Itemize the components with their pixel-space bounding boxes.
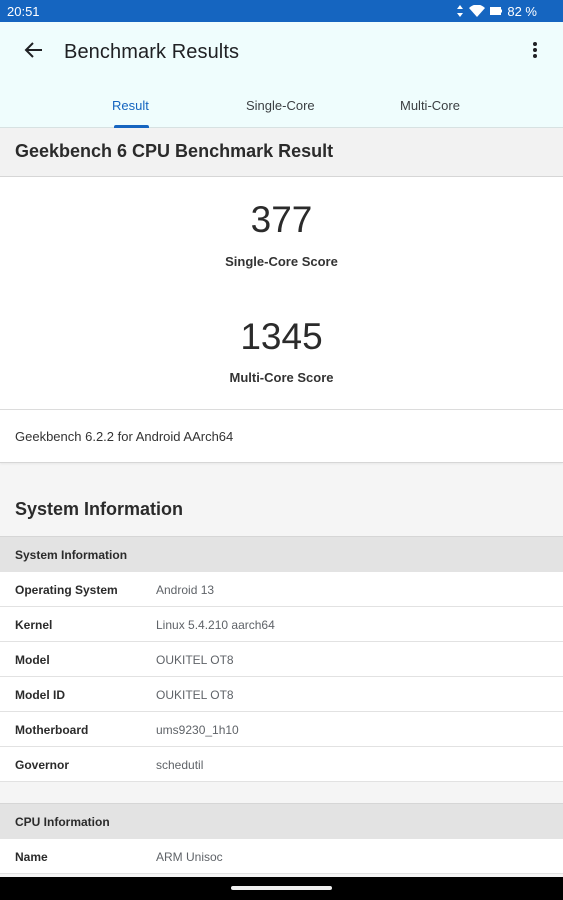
- tab-result[interactable]: Result: [112, 98, 149, 113]
- battery-level: 82 %: [507, 3, 537, 19]
- multi-core-score-label: Multi-Core Score: [229, 370, 334, 385]
- table-row: Motherboard ums9230_1h10: [0, 712, 563, 747]
- status-time: 20:51: [7, 3, 40, 19]
- battery-icon: [490, 7, 503, 15]
- row-value: ums9230_1h10: [156, 723, 239, 737]
- result-header: Geekbench 6 CPU Benchmark Result: [0, 128, 563, 177]
- app-bar: Benchmark Results Result Single-Core Mul…: [0, 22, 563, 128]
- table-row: Model ID OUKITEL OT8: [0, 677, 563, 712]
- row-key: Model ID: [15, 688, 65, 702]
- table-row: Name ARM Unisoc: [0, 839, 563, 874]
- gesture-handle[interactable]: [231, 886, 332, 890]
- row-value: schedutil: [156, 758, 204, 772]
- navigation-bar: [0, 877, 563, 900]
- table-row: Model OUKITEL OT8: [0, 642, 563, 677]
- tab-multi-core[interactable]: Multi-Core: [400, 98, 460, 113]
- signal-icon: [456, 5, 464, 17]
- single-core-score-label: Single-Core Score: [225, 254, 338, 269]
- row-key: Model: [15, 653, 50, 667]
- row-key: Name: [15, 850, 48, 864]
- row-key: Governor: [15, 758, 70, 772]
- more-vert-icon: [532, 41, 538, 64]
- version-row: Geekbench 6.2.2 for Android AArch64: [0, 410, 563, 463]
- single-core-score: 377: [250, 199, 313, 240]
- table-row: Governor schedutil: [0, 747, 563, 782]
- status-bar: 20:51 82 %: [0, 0, 563, 22]
- page-title: Benchmark Results: [64, 41, 240, 63]
- system-information-table: System Information Operating System Andr…: [0, 536, 563, 782]
- table-heading: System Information: [0, 536, 563, 572]
- scores-card: 377 Single-Core Score 1345 Multi-Core Sc…: [0, 177, 563, 410]
- row-value: OUKITEL OT8: [156, 688, 234, 702]
- back-arrow-icon: [24, 40, 44, 65]
- table-row: Kernel Linux 5.4.210 aarch64: [0, 607, 563, 642]
- table-row: Operating System Android 13: [0, 572, 563, 607]
- tab-bar: Result Single-Core Multi-Core: [0, 88, 563, 128]
- table-heading: CPU Information: [0, 803, 563, 839]
- wifi-icon: [469, 5, 486, 17]
- row-key: Motherboard: [15, 723, 89, 737]
- system-information-title: System Information: [15, 499, 184, 519]
- multi-core-score: 1345: [240, 316, 323, 357]
- status-icons: 82 %: [456, 4, 537, 19]
- back-button[interactable]: [20, 38, 48, 66]
- version-text: Geekbench 6.2.2 for Android AArch64: [15, 429, 234, 444]
- table-heading-label: CPU Information: [15, 815, 110, 829]
- row-key: Operating System: [15, 583, 118, 597]
- row-value: Linux 5.4.210 aarch64: [156, 618, 275, 632]
- row-value: Android 13: [156, 583, 215, 597]
- more-options-button[interactable]: [522, 39, 548, 65]
- row-key: Kernel: [15, 618, 53, 632]
- table-heading-label: System Information: [15, 548, 128, 562]
- row-value: ARM Unisoc: [156, 850, 223, 864]
- cpu-information-table: CPU Information Name ARM Unisoc: [0, 803, 563, 874]
- tab-single-core[interactable]: Single-Core: [246, 98, 315, 113]
- row-value: OUKITEL OT8: [156, 653, 234, 667]
- result-heading: Geekbench 6 CPU Benchmark Result: [15, 141, 334, 161]
